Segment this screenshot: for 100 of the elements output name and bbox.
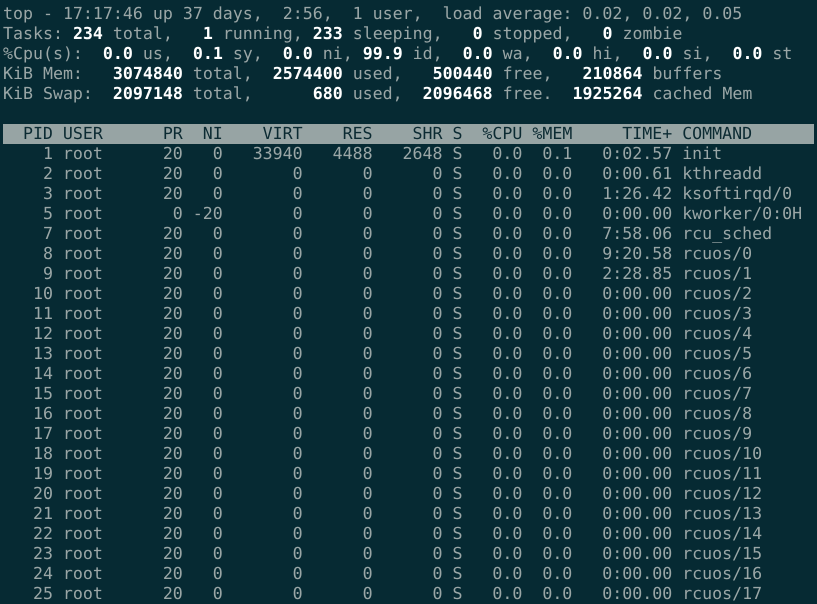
- table-cell-text: 0.0: [541, 524, 572, 544]
- table-cell-text: 0: [431, 424, 442, 444]
- table-cell-text: ksoftirqd/0: [682, 184, 794, 204]
- table-cell: 20: [162, 144, 183, 164]
- table-cell-text: 0: [292, 484, 303, 504]
- table-cell-text: 10: [32, 284, 53, 304]
- table-cell: 20: [162, 344, 183, 364]
- table-cell-text: root: [62, 444, 104, 464]
- table-cell-text: 0: [362, 544, 373, 564]
- table-cell: S: [452, 544, 462, 564]
- table-cell: S: [452, 524, 462, 544]
- table-cell-text: rcu_sched: [682, 224, 774, 244]
- table-cell: 20: [162, 584, 183, 604]
- table-cell: S: [452, 484, 462, 504]
- table-cell-text: 18: [32, 444, 53, 464]
- table-cell-text: 0: [212, 264, 223, 284]
- table-cell-text: 20: [32, 484, 53, 504]
- table-cell-text: 0: [362, 464, 373, 484]
- table-cell: S: [452, 564, 462, 584]
- table-cell-text: rcuos/11: [682, 464, 764, 484]
- table-cell-text: 0: [431, 344, 442, 364]
- table-cell-text: 0: [292, 204, 303, 224]
- table-cell-text: 0: [431, 444, 442, 464]
- table-cell-text: 0: [431, 524, 442, 544]
- table-cell-text: 0: [431, 304, 442, 324]
- table-cell-text: root: [62, 464, 104, 484]
- table-cell-text: 0.0: [491, 144, 522, 164]
- table-cell-text: 0.0: [491, 404, 522, 424]
- table-cell-text: 9: [42, 264, 53, 284]
- table-cell-text: 0:00.00: [601, 564, 672, 584]
- table-cell-text: 0: [362, 524, 373, 544]
- column-header: USER: [62, 124, 104, 144]
- table-cell-text: 0: [212, 284, 223, 304]
- table-cell: S: [452, 144, 462, 164]
- table-cell-text: 0: [431, 264, 442, 284]
- table-cell-text: rcuos/8: [682, 404, 754, 424]
- table-cell-text: root: [62, 284, 104, 304]
- table-cell: 20: [162, 504, 183, 524]
- table-cell-text: root: [62, 384, 104, 404]
- table-cell: S: [452, 184, 462, 204]
- table-cell: 20: [162, 404, 183, 424]
- summary-line: KiB Swap: 2097148 total, 680 used, 2096468 free. 1925264 cached Mem: [3, 84, 752, 104]
- table-cell-text: 5: [42, 204, 53, 224]
- table-cell-text: 7: [42, 224, 53, 244]
- column-header: COMMAND: [682, 124, 754, 144]
- table-cell-text: 0: [431, 404, 442, 424]
- table-cell-text: 0:00.00: [601, 444, 672, 464]
- table-cell-text: 0: [362, 324, 373, 344]
- table-cell-text: 0: [212, 144, 223, 164]
- table-cell: S: [452, 424, 462, 444]
- summary-line: Tasks: 234 total, 1 running, 233 sleeping, 0 stopped, 0 zombie: [3, 24, 682, 44]
- table-cell-text: root: [62, 364, 104, 384]
- table-cell-text: 0.0: [491, 164, 522, 184]
- table-cell: 20: [162, 224, 183, 244]
- table-cell-text: 0.0: [491, 564, 522, 584]
- table-cell-text: 0: [292, 244, 303, 264]
- column-header: SHR: [412, 124, 442, 144]
- table-cell-text: root: [62, 504, 104, 524]
- table-cell-text: root: [62, 264, 104, 284]
- table-cell-text: 0: [212, 384, 223, 404]
- table-cell-text: 0: [362, 264, 373, 284]
- column-header: %CPU: [481, 124, 522, 144]
- table-cell-text: 0:00.00: [601, 584, 672, 604]
- table-cell-text: 0.0: [541, 564, 572, 584]
- table-cell-text: 0.0: [541, 464, 572, 484]
- table-cell-text: 11: [32, 304, 53, 324]
- table-cell: S: [452, 584, 462, 604]
- table-cell-text: 0.0: [541, 164, 572, 184]
- table-cell-text: rcuos/7: [682, 384, 754, 404]
- table-cell-text: 0: [431, 384, 442, 404]
- table-cell-text: 0: [292, 224, 303, 244]
- table-cell-text: 3: [42, 184, 53, 204]
- table-cell-text: 0: [212, 424, 223, 444]
- table-cell-text: 0.0: [491, 324, 522, 344]
- table-cell: 20: [162, 284, 183, 304]
- table-cell-text: 0:00.00: [601, 284, 672, 304]
- table-cell-text: 0: [362, 344, 373, 364]
- table-cell: S: [452, 324, 462, 344]
- column-header: %MEM: [532, 124, 572, 144]
- table-cell-text: 33940: [252, 144, 303, 164]
- table-cell-text: 0: [292, 284, 303, 304]
- table-cell-text: 0.0: [541, 264, 572, 284]
- table-cell: 20: [162, 304, 183, 324]
- table-cell-text: 8: [42, 244, 53, 264]
- column-header: PID: [22, 124, 53, 144]
- table-cell-text: 0.0: [541, 224, 572, 244]
- table-cell: S: [452, 224, 462, 244]
- table-cell-text: root: [62, 204, 104, 224]
- table-cell-text: rcuos/17: [682, 584, 764, 604]
- table-cell-text: 0: [362, 564, 373, 584]
- column-header: S: [452, 124, 462, 144]
- table-cell-text: 0: [431, 184, 442, 204]
- table-cell-text: 9:20.58: [601, 244, 672, 264]
- table-cell-text: 0.0: [541, 244, 572, 264]
- column-header: NI: [202, 124, 223, 144]
- table-cell-text: 16: [32, 404, 53, 424]
- table-cell-text: root: [62, 524, 104, 544]
- table-cell-text: 0: [362, 184, 373, 204]
- table-cell-text: 0: [292, 444, 303, 464]
- table-cell: S: [452, 444, 462, 464]
